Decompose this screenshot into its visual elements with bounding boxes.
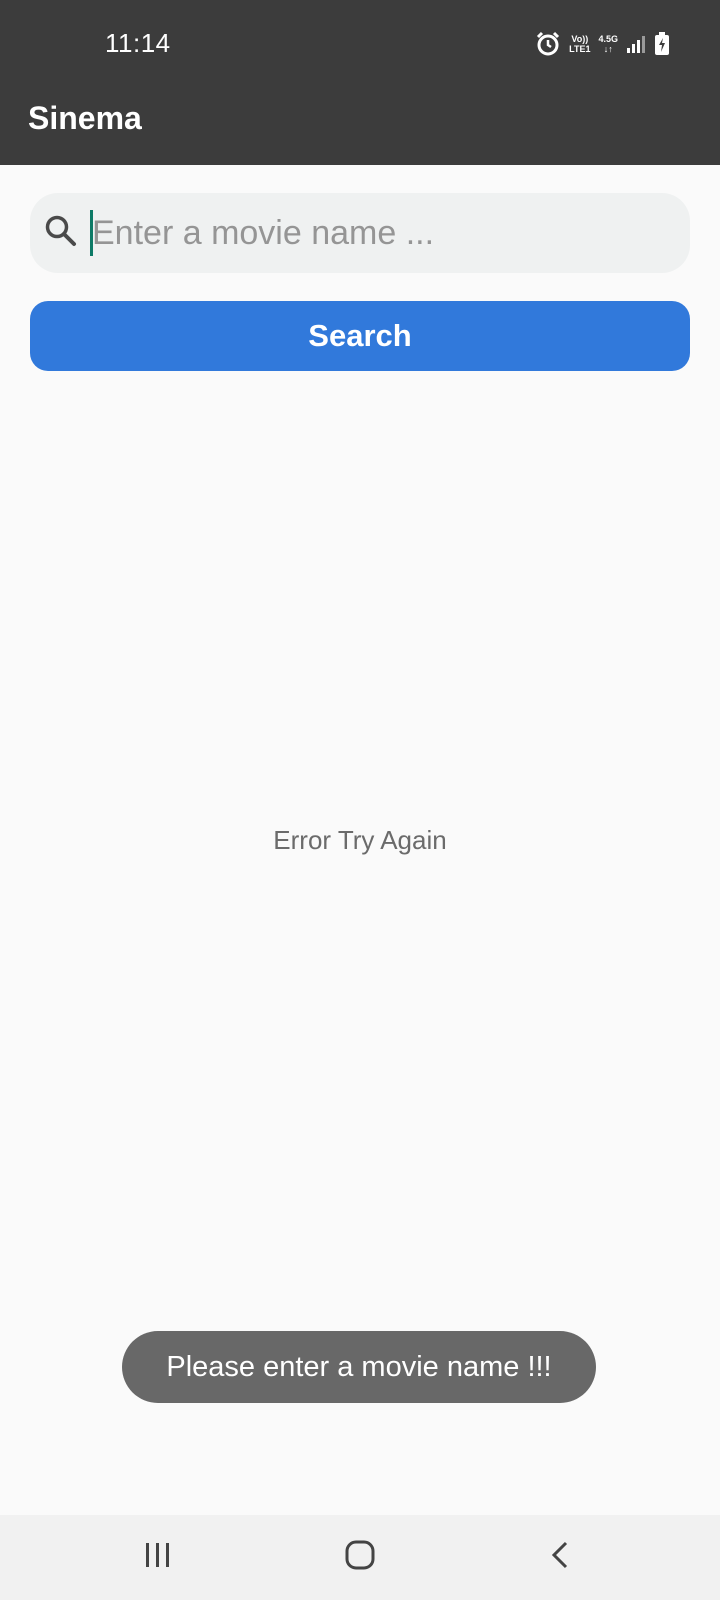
alarm-icon (535, 31, 561, 57)
screen: 11:14 Vo)) LTE1 4.5G ↓↑ Sinema Enter a m… (0, 0, 720, 1600)
status-bar: 11:14 Vo)) LTE1 4.5G ↓↑ (0, 0, 720, 88)
toast-message: Please enter a movie name !!! (166, 1350, 552, 1383)
recents-button[interactable] (98, 1515, 218, 1600)
search-icon (43, 213, 79, 254)
battery-icon (654, 32, 670, 56)
toast: Please enter a movie name !!! (122, 1331, 596, 1403)
search-input[interactable] (92, 193, 672, 273)
search-field[interactable] (30, 193, 690, 273)
status-icons: Vo)) LTE1 4.5G ↓↑ (535, 30, 670, 58)
search-button[interactable]: Search (30, 301, 690, 371)
data-type-label: 4.5G (598, 34, 618, 44)
lte-label: LTE1 (569, 44, 591, 54)
app-bar: Sinema (0, 88, 720, 165)
app-title: Sinema (28, 100, 142, 136)
signal-icon (626, 34, 646, 54)
error-message: Error Try Again (273, 825, 447, 855)
back-button[interactable] (500, 1515, 620, 1600)
network-indicator: Vo)) LTE1 (569, 34, 590, 54)
status-time: 11:14 (105, 28, 171, 58)
recents-icon (143, 1541, 173, 1574)
back-icon (548, 1540, 572, 1575)
navigation-bar (0, 1515, 720, 1600)
data-arrows-icon: ↓↑ (603, 44, 613, 54)
volte-label: Vo)) (571, 34, 589, 44)
home-button[interactable] (300, 1515, 420, 1600)
data-indicator: 4.5G ↓↑ (598, 34, 618, 54)
home-icon (344, 1539, 376, 1576)
